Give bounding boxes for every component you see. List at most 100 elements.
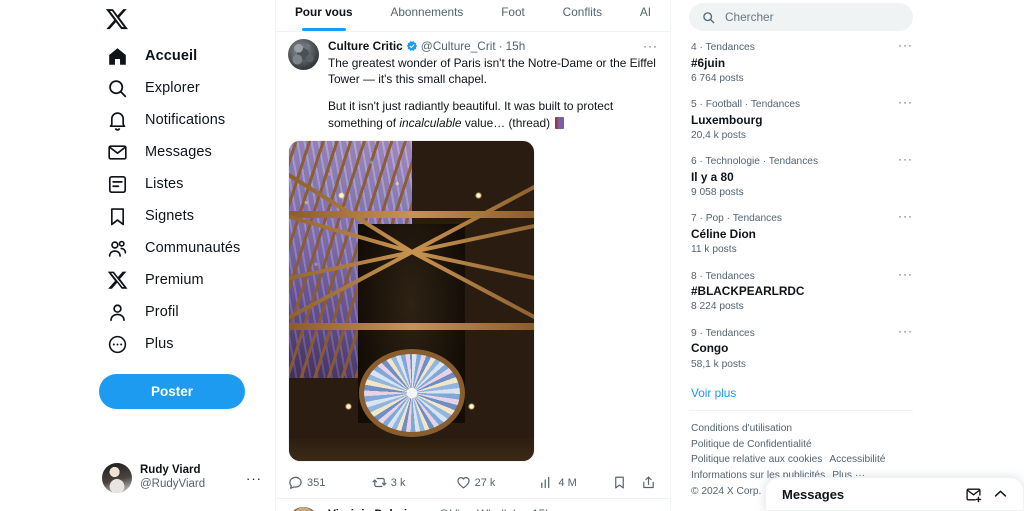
reply-icon [289,477,302,490]
avatar[interactable] [288,39,319,70]
sidebar-item-explorer[interactable]: Explorer [98,72,262,104]
new-message-icon[interactable] [965,486,982,503]
reply-button[interactable]: 351 [288,475,372,490]
sidebar-item-listes[interactable]: Listes [98,168,262,200]
trend-more-icon[interactable]: ··· [898,268,913,280]
trend-item[interactable]: 4 · Tendances #6juin 6 764 posts ··· [689,35,913,92]
tweet-card[interactable]: Culture Critic @Culture_Crit · 15h ··· T… [276,32,670,499]
sidebar-item-accueil[interactable]: Accueil [98,40,262,72]
retweet-count: 3 k [390,476,406,489]
tweet-author-handle[interactable]: @VirgoWhallala [438,507,523,511]
avatar[interactable] [288,506,319,511]
reply-count: 351 [307,476,326,489]
tweet-media-image[interactable] [288,139,535,462]
tweet-card-next[interactable]: Virginie Debuisson @VirgoWhallala · 15h … [276,499,670,511]
bookmark-button[interactable] [612,475,627,490]
sidebar-item-label: Premium [145,272,204,288]
post-button[interactable]: Poster [99,374,245,409]
arch-band-upper [289,211,534,219]
tweet-author-name[interactable]: Culture Critic [328,39,403,54]
tab-abonnements[interactable]: Abonnements [372,0,483,31]
tweet-author-name[interactable]: Virginie Debuisson [328,507,435,511]
chevron-up-icon[interactable] [992,486,1009,503]
trend-item[interactable]: 8 · Tendances #BLACKPEARLRDC 8 224 posts… [689,264,913,321]
sidebar-item-label: Accueil [145,48,198,64]
tweet-more-icon[interactable]: ··· [643,40,658,52]
show-more-trends-link[interactable]: Voir plus [689,378,913,402]
chapel-illustration [289,140,534,461]
retweet-button[interactable]: 3 k [372,475,456,490]
footer-link-cookies[interactable]: Politique relative aux cookies [691,452,822,468]
trend-category: 9 · Tendances [691,327,755,339]
tab-label: AI [639,5,652,19]
trend-name: Luxembourg [691,112,763,127]
x-icon [106,269,128,291]
sidebar-item-notifications[interactable]: Notifications [98,104,262,136]
tab-conflits[interactable]: Conflits [544,0,621,31]
retweet-icon [372,478,387,488]
trend-category: 5 · Football · Tendances [691,99,801,111]
trend-item[interactable]: 7 · Pop · Tendances Céline Dion 11 k pos… [689,206,913,263]
trend-count: 20,4 k posts [691,130,746,141]
trend-name: Céline Dion [691,227,756,242]
tweet-meta-separator: · [498,39,503,53]
people-icon [106,237,128,259]
account-switcher[interactable]: Rudy Viard @RudyViard ··· [98,457,266,499]
media-floor [289,438,534,461]
sidebar-item-plus[interactable]: Plus [98,328,262,360]
account-meta: Rudy Viard @RudyViard [140,464,238,491]
sidebar-item-signets[interactable]: Signets [98,200,262,232]
trend-name: Il y a 80 [691,170,734,185]
trend-item[interactable]: 6 · Technologie · Tendances Il y a 80 9 … [689,149,913,206]
footer-link-accessibility[interactable]: Accessibilité [829,452,885,468]
trend-more-icon[interactable]: ··· [898,96,913,108]
trend-more-icon[interactable]: ··· [898,210,913,222]
tab-pour-vous[interactable]: Pour vous [276,0,372,31]
account-more-icon[interactable]: ··· [246,472,262,485]
sidebar-item-label: Listes [145,176,184,192]
sidebar-item-profil[interactable]: Profil [98,296,262,328]
x-app-window: Accueil Explorer Notifications Messages … [0,0,1024,511]
tweet-text: The greatest wonder of Paris isn't the N… [328,55,658,131]
trend-more-icon[interactable]: ··· [898,153,913,165]
tweet-timestamp[interactable]: 15h [532,507,552,511]
share-button[interactable] [641,475,656,490]
tweet-timestamp[interactable]: 15h [506,39,526,54]
trend-more-icon[interactable]: ··· [898,325,913,337]
sidebar-item-label: Plus [145,336,174,352]
like-count: 27 k [474,476,496,489]
views-button[interactable]: 4 M [539,475,612,490]
sidebar-item-premium[interactable]: Premium [98,264,262,296]
tweet-body: Virginie Debuisson @VirgoWhallala · 15h … [328,507,658,511]
trend-item[interactable]: 9 · Tendances Congo 58,1 k posts ··· [689,321,913,378]
sidebar-item-messages[interactable]: Messages [98,136,262,168]
bookmark-icon [106,205,128,227]
tweet-paragraph-2: But it isn't just radiantly beautiful. I… [328,98,658,131]
list-icon [106,173,128,195]
trend-more-icon[interactable]: ··· [898,39,913,51]
trends-panel: 4 · Tendances #6juin 6 764 posts ··· 5 ·… [689,35,913,411]
footer-link-terms[interactable]: Conditions d'utilisation [691,421,792,437]
tweet-body: Culture Critic @Culture_Crit · 15h ··· T… [328,39,658,131]
messages-dock[interactable]: Messages [765,477,1024,511]
sidebar-item-communautes[interactable]: Communautés [98,232,262,264]
trend-count: 58,1 k posts [691,358,746,370]
tab-foot[interactable]: Foot [482,0,543,31]
primary-sidebar: Accueil Explorer Notifications Messages … [0,0,275,511]
search-box[interactable] [689,3,913,31]
footer-link-privacy[interactable]: Politique de Confidentialité [691,437,812,453]
tab-ai[interactable]: AI [621,0,670,31]
right-sidebar: 4 · Tendances #6juin 6 764 posts ··· 5 ·… [671,0,1024,511]
footer-line-3: Politique relative aux cookies Accessibi… [691,452,913,468]
book-emoji-icon [555,116,565,129]
search-input[interactable] [725,10,900,24]
more-circle-icon [106,333,128,355]
trend-item[interactable]: 5 · Football · Tendances Luxembourg 20,4… [689,92,913,149]
account-handle: @RudyViard [140,478,206,490]
tab-label: Pour vous [294,5,353,19]
trend-name: #BLACKPEARLRDC [691,284,805,299]
like-button[interactable]: 27 k [456,475,540,490]
tweet-author-handle[interactable]: @Culture_Crit [421,39,496,54]
trend-category: 4 · Tendances [691,42,755,53]
x-logo-link[interactable] [98,0,275,38]
